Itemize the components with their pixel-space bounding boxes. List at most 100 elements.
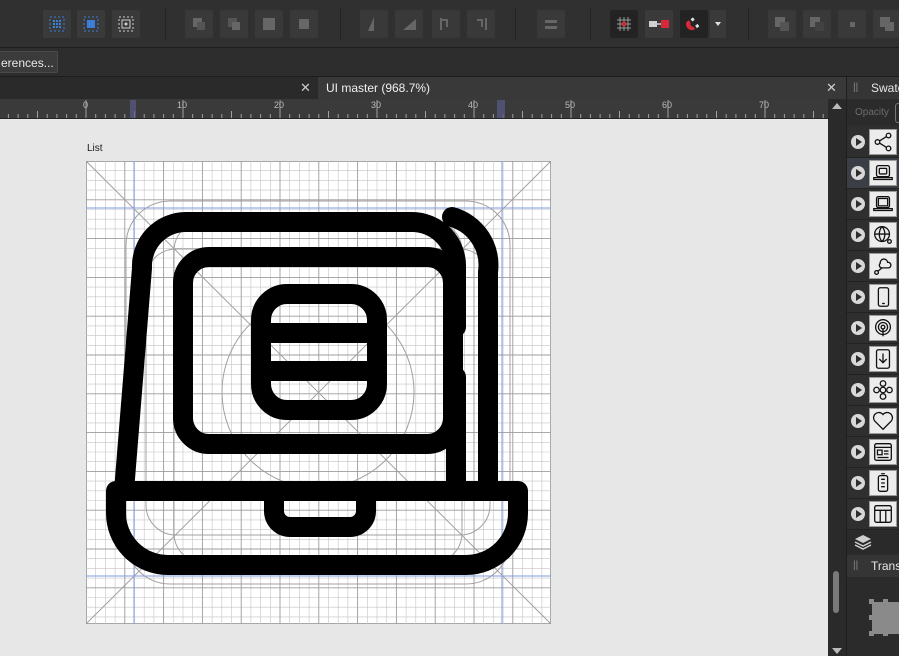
expand-arrow-icon[interactable] [851, 476, 865, 490]
toolbar-separator [515, 8, 516, 40]
document-tabbar: ✕ UI master (968.7%) ✕ [0, 77, 846, 99]
panel-grip-icon[interactable]: || [853, 555, 858, 577]
broadcast-icon [869, 315, 897, 341]
laptop-list-icon [869, 160, 897, 186]
browser-window-icon [869, 439, 897, 465]
tablet-icon [869, 284, 897, 310]
expand-arrow-icon[interactable] [851, 321, 865, 335]
boolean-add-icon[interactable] [768, 10, 796, 38]
layer-row[interactable] [847, 220, 899, 251]
layer-row[interactable] [847, 437, 899, 468]
boolean-subtract-icon[interactable] [803, 10, 831, 38]
expand-arrow-icon[interactable] [851, 290, 865, 304]
layer-row[interactable] [847, 375, 899, 406]
toolbar-separator [590, 8, 591, 40]
cloud-share-icon [869, 253, 897, 279]
expand-arrow-icon[interactable] [851, 414, 865, 428]
scroll-thumb[interactable] [833, 571, 839, 613]
transform-panel-body [847, 577, 899, 656]
boolean-intersect-icon[interactable] [838, 10, 866, 38]
ruler-label: 0 [83, 100, 89, 110]
snap-to-pixel-icon[interactable] [645, 10, 673, 38]
swatches-panel-header[interactable]: || Swatc [847, 77, 899, 99]
flip-horizontal-icon[interactable] [432, 10, 460, 38]
layer-row[interactable] [847, 189, 899, 220]
align-center-icon[interactable] [395, 10, 423, 38]
expand-arrow-icon[interactable] [851, 228, 865, 242]
expand-arrow-icon[interactable] [851, 352, 865, 366]
ruler-label: 70 [759, 100, 770, 110]
opacity-row: Opacity [847, 99, 899, 125]
scroll-up-icon[interactable] [832, 103, 842, 109]
expand-arrow-icon[interactable] [851, 507, 865, 521]
close-icon[interactable]: ✕ [300, 77, 311, 99]
heart-icon [869, 408, 897, 434]
ruler-label: 60 [662, 100, 673, 110]
arrange-forward-icon[interactable] [220, 10, 248, 38]
expand-arrow-icon[interactable] [851, 445, 865, 459]
scroll-down-icon[interactable] [832, 648, 842, 654]
artboard-label[interactable]: List [87, 143, 103, 154]
panel-title: Swatc [871, 81, 899, 95]
align-left-icon[interactable] [360, 10, 388, 38]
opacity-label: Opacity [855, 107, 889, 118]
layer-row[interactable] [847, 468, 899, 499]
layer-row[interactable] [847, 344, 899, 375]
close-icon[interactable]: ✕ [826, 77, 837, 99]
select-grid-icon[interactable] [43, 10, 71, 38]
layer-row[interactable] [847, 251, 899, 282]
layer-row[interactable] [847, 127, 899, 158]
toolbar-separator [340, 8, 341, 40]
ruler-ticks [7, 100, 824, 118]
tab-ui-master[interactable]: UI master (968.7%) ✕ [318, 77, 846, 99]
main-toolbar [0, 0, 899, 48]
toolbar-separator [165, 8, 166, 40]
expand-arrow-icon[interactable] [851, 135, 865, 149]
ruler-label: 40 [468, 100, 479, 110]
flip-vertical-icon[interactable] [467, 10, 495, 38]
arrange-front-icon[interactable] [185, 10, 213, 38]
artboard[interactable] [86, 161, 551, 624]
table-layout-icon [869, 501, 897, 527]
layers-footer [847, 530, 899, 554]
layers-stack-icon[interactable] [854, 534, 872, 550]
laptop-icon [869, 191, 897, 217]
layer-row[interactable] [847, 499, 899, 530]
layer-row[interactable] [847, 282, 899, 313]
flower-icon [869, 377, 897, 403]
expand-arrow-icon[interactable] [851, 197, 865, 211]
opacity-field[interactable] [895, 103, 899, 123]
boolean-xor-icon[interactable] [873, 10, 899, 38]
layer-row[interactable] [847, 158, 899, 189]
ruler-label: 20 [274, 100, 285, 110]
transform-origin-icon[interactable] [112, 10, 140, 38]
tab-previous-document[interactable]: ✕ [0, 77, 318, 99]
panel-grip-icon[interactable]: || [853, 77, 858, 99]
pixel-grid-icon[interactable] [610, 10, 638, 38]
ruler-label: 30 [371, 100, 382, 110]
download-icon [869, 346, 897, 372]
ruler-label: 50 [565, 100, 576, 110]
layer-row[interactable] [847, 313, 899, 344]
expand-arrow-icon[interactable] [851, 166, 865, 180]
transform-panel-header[interactable]: || Transf [847, 555, 899, 577]
snapping-dropdown-icon[interactable] [710, 10, 726, 38]
horizontal-ruler[interactable]: 0 10 20 30 40 50 60 70 [0, 99, 828, 119]
expand-arrow-icon[interactable] [851, 383, 865, 397]
distribute-icon[interactable] [537, 10, 565, 38]
snap-bounds-icon[interactable] [77, 10, 105, 38]
arrange-back-icon[interactable] [290, 10, 318, 38]
anchor-grid-icon[interactable] [869, 599, 899, 637]
globe-network-icon [869, 222, 897, 248]
ruler-label: 10 [177, 100, 188, 110]
studio-panel: || Swatc Opacity || Transf [846, 77, 899, 656]
context-toolbar: erences... [0, 48, 899, 77]
layer-row[interactable] [847, 406, 899, 437]
arrange-backward-icon[interactable] [255, 10, 283, 38]
share-nodes-icon [869, 129, 897, 155]
battery-icon [869, 470, 897, 496]
snapping-magnet-icon[interactable] [680, 10, 708, 38]
expand-arrow-icon[interactable] [851, 259, 865, 273]
preferences-button[interactable]: erences... [0, 51, 58, 73]
canvas-vertical-scrollbar[interactable] [828, 99, 846, 656]
